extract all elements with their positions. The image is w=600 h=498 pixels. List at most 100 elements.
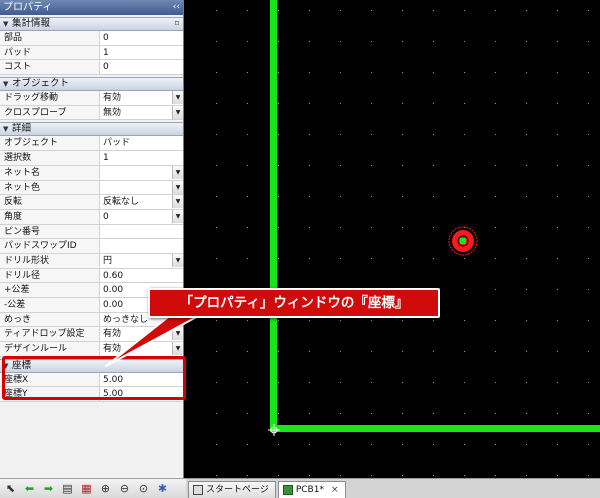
tab-pcb1[interactable]: PCB1* ×: [277, 481, 346, 498]
property-value[interactable]: 有効 ▼: [100, 342, 183, 356]
pcb-canvas-drawing[interactable]: [186, 0, 600, 478]
property-value[interactable]: 0 ▼: [100, 209, 183, 224]
grid-dot: [371, 72, 372, 73]
grid-dot: [588, 444, 589, 445]
grid-dot: [278, 382, 279, 383]
property-value[interactable]: 有効 ▼: [100, 91, 183, 105]
grid-dot: [216, 196, 217, 197]
section-detail[interactable]: ▼ 詳細: [0, 122, 183, 137]
grid-dot: [495, 196, 496, 197]
grid-dot: [495, 10, 496, 11]
grid-dot: [557, 413, 558, 414]
property-value[interactable]: 反転なし ▼: [100, 195, 183, 209]
collapse-triangle-icon[interactable]: ▼: [3, 78, 12, 90]
section-summary[interactable]: ▼ 集計情報 ⌑: [0, 17, 183, 31]
grid-dot: [340, 165, 341, 166]
grid-dot: [247, 165, 248, 166]
grid-dot: [526, 165, 527, 166]
grid-dot: [526, 351, 527, 352]
property-value[interactable]: 有効 ▼: [100, 327, 183, 341]
grid-dot: [309, 351, 310, 352]
close-icon[interactable]: ×: [331, 482, 339, 498]
grid-dot: [557, 165, 558, 166]
gear-icon[interactable]: ✱: [155, 481, 170, 496]
grid-dot: [216, 227, 217, 228]
grid-dot: [309, 196, 310, 197]
property-value[interactable]: 1: [100, 46, 183, 60]
grid-dot: [557, 41, 558, 42]
grid-dot: [340, 351, 341, 352]
app-window: プロパティ ‹‹ ▼ 集計情報 ⌑ 部品 0 パッド 1 コスト 0 ▼ オブジェクト ド…: [0, 0, 600, 498]
grid-dot: [588, 475, 589, 476]
grid-dot: [526, 196, 527, 197]
property-value[interactable]: 円 ▼: [100, 253, 183, 268]
tab-label: スタートページ: [206, 485, 269, 495]
collapse-triangle-icon[interactable]: ▼: [3, 18, 12, 30]
grid-dot: [216, 165, 217, 166]
grid-dot: [588, 41, 589, 42]
property-value[interactable]: 0: [100, 31, 183, 45]
save-icon[interactable]: ▤: [60, 481, 75, 496]
pin-icon[interactable]: ⌑: [175, 18, 179, 30]
grid-dot: [247, 41, 248, 42]
tab-start-page[interactable]: スタートページ: [188, 481, 276, 498]
grid-dot: [402, 41, 403, 42]
property-value[interactable]: 無効 ▼: [100, 105, 183, 120]
grid-dot: [464, 134, 465, 135]
property-row-drill-diameter: ドリル径 0.60: [0, 268, 183, 284]
grid-dot: [371, 227, 372, 228]
grid-dot: [526, 444, 527, 445]
dropdown-arrow-icon[interactable]: ▼: [172, 91, 183, 105]
grid-icon[interactable]: ▦: [79, 481, 94, 496]
property-label: パッドスワップID: [0, 239, 100, 253]
dropdown-arrow-icon[interactable]: ▼: [172, 327, 183, 341]
pcb-canvas[interactable]: [186, 0, 600, 478]
property-value[interactable]: 0: [100, 60, 183, 74]
dropdown-arrow-icon[interactable]: ▼: [172, 253, 183, 267]
grid-dot: [433, 258, 434, 259]
zoom-in-icon[interactable]: ⊕: [98, 481, 113, 496]
board-outline-vertical[interactable]: [270, 0, 277, 432]
grid-dot: [526, 258, 527, 259]
panel-title: プロパティ: [3, 2, 53, 13]
forward-arrow-icon[interactable]: ➡: [41, 481, 56, 496]
grid-dot: [278, 413, 279, 414]
grid-dot: [216, 382, 217, 383]
grid-dot: [371, 320, 372, 321]
grid-dot: [464, 320, 465, 321]
property-value[interactable]: [100, 225, 183, 239]
grid-dot: [557, 320, 558, 321]
collapse-triangle-icon[interactable]: ▼: [3, 123, 12, 135]
dropdown-arrow-icon[interactable]: ▼: [172, 195, 183, 209]
property-value[interactable]: ▼: [100, 165, 183, 180]
property-row-pad-swap-id: パッドスワップID: [0, 239, 183, 254]
property-value[interactable]: [100, 239, 183, 253]
grid-dot: [464, 196, 465, 197]
grid-dot: [247, 382, 248, 383]
zoom-out-icon[interactable]: ⊖: [117, 481, 132, 496]
board-outline-horizontal[interactable]: [270, 425, 600, 432]
select-cursor-icon[interactable]: ⬉: [3, 481, 18, 496]
property-value[interactable]: 0.60: [100, 269, 183, 283]
dropdown-arrow-icon[interactable]: ▼: [172, 165, 183, 179]
dropdown-arrow-icon[interactable]: ▼: [172, 180, 183, 194]
property-label: クロスプローブ: [0, 105, 100, 120]
dropdown-arrow-icon[interactable]: ▼: [172, 105, 183, 119]
property-row-drill-shape: ドリル形状円 ▼: [0, 253, 183, 269]
grid-dot: [402, 72, 403, 73]
grid-dot: [371, 258, 372, 259]
property-row-flip: 反転 反転なし ▼: [0, 195, 183, 210]
grid-dot: [433, 320, 434, 321]
dropdown-arrow-icon[interactable]: ▼: [172, 209, 183, 223]
grid-dot: [402, 475, 403, 476]
property-value[interactable]: ▼: [100, 180, 183, 195]
section-object[interactable]: ▼ オブジェクト: [0, 77, 183, 92]
property-row-design-rule: デザインルール 有効 ▼: [0, 342, 183, 357]
dropdown-arrow-icon[interactable]: ▼: [172, 342, 183, 356]
pad[interactable]: [448, 226, 478, 256]
grid-dot: [495, 258, 496, 259]
zoom-fit-icon[interactable]: ⊙: [136, 481, 151, 496]
back-arrow-icon[interactable]: ⬅: [22, 481, 37, 496]
grid-dot: [340, 134, 341, 135]
collapse-panel-icon[interactable]: ‹‹: [173, 0, 180, 15]
